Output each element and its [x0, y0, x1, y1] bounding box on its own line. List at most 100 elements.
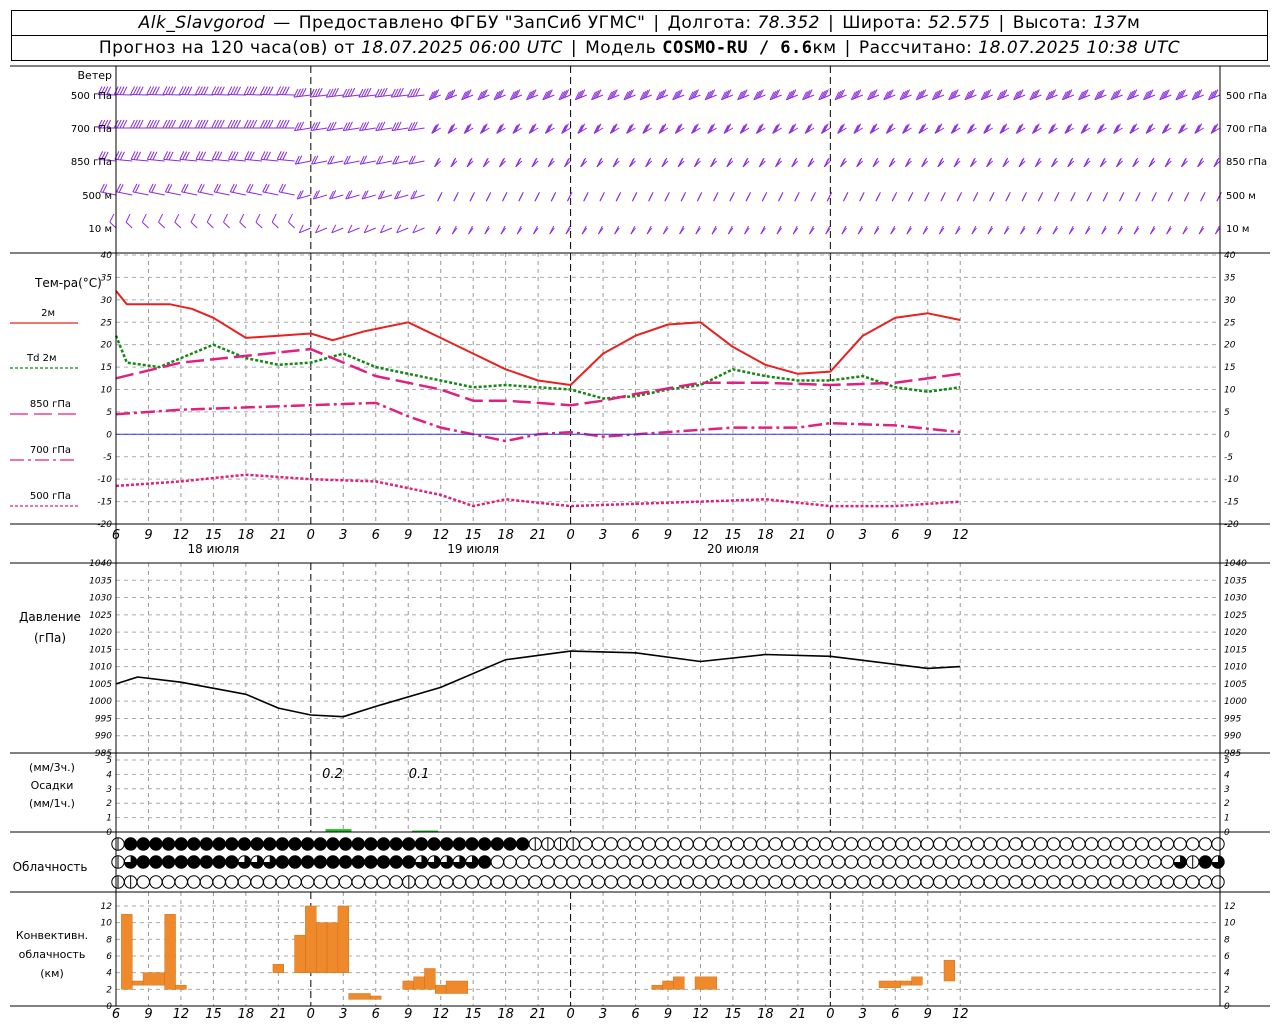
- temp-tick-left: -20: [97, 520, 112, 530]
- precip-tick-left: 0: [106, 828, 112, 838]
- wind-barb: [195, 158, 214, 162]
- wind-level-label-left: 850 гПа: [71, 157, 112, 168]
- wind-barb: [179, 158, 198, 162]
- cloud-cover-symbol: [187, 875, 201, 889]
- cloud-cover-symbol: [174, 855, 188, 869]
- wind-barb: [141, 221, 149, 229]
- cloud-cover-symbol: [364, 875, 378, 889]
- cloud-cover-symbol: [427, 875, 441, 889]
- cloud-cover-symbol: [1186, 837, 1200, 851]
- cloud-cover-symbol: [920, 837, 934, 851]
- cloud-cover-symbol: [1148, 855, 1162, 869]
- conv-tick-left: 4: [106, 969, 112, 979]
- time-tick-label: 21: [790, 1007, 807, 1022]
- precip-tick-left: 1: [106, 814, 112, 824]
- wind-barb-flag: [940, 191, 946, 201]
- wind-barb-flag: [1052, 157, 1057, 167]
- wind-barb-flag: [662, 157, 668, 167]
- wind-barb: [181, 191, 198, 196]
- cloud-cover-symbol: [705, 837, 719, 851]
- cloud-cover-symbol: [1110, 837, 1124, 851]
- wind-barb-flag: [1054, 191, 1060, 201]
- cloud-cover-symbol: [895, 837, 909, 851]
- cloud-cover-symbol: [199, 875, 214, 889]
- cloud-cover-symbol: [326, 875, 340, 889]
- wind-barb-flag: [435, 157, 440, 167]
- cloud-cover-symbol: [831, 855, 846, 869]
- wind-barb-flag: [453, 191, 459, 201]
- pressure-tick-left: 990: [95, 732, 112, 742]
- wind-barb: [343, 160, 360, 165]
- wind-barb-flag: [548, 157, 554, 167]
- cloud-cover-symbol: [781, 875, 795, 889]
- wind-barb-flag: [437, 191, 443, 201]
- time-tick-label: 15: [465, 528, 482, 543]
- cloud-cover-symbol: [1173, 837, 1187, 851]
- cloud-cover-symbol: [212, 837, 226, 851]
- cloud-cover-symbol: [1135, 855, 1149, 869]
- wind-barb-flag: [664, 191, 670, 201]
- cloud-cover-symbol: [503, 875, 517, 889]
- wind-level-label-right: 500 м: [1226, 191, 1256, 202]
- cloud-cover-symbol: [515, 855, 530, 869]
- cloud-cover-symbol: [844, 837, 859, 851]
- cloud-cover-symbol: [1046, 875, 1061, 889]
- wind-barb: [343, 127, 360, 132]
- wind-barb-flag: [1181, 157, 1187, 167]
- wind-barb: [278, 191, 295, 196]
- pressure-tick-right: 1040: [1224, 559, 1247, 569]
- conv-tick-right: 10: [1224, 919, 1236, 929]
- temp-tick-left: 10: [101, 386, 113, 396]
- cloud-cover-symbol: [617, 855, 631, 869]
- cloud-cover-symbol: [477, 875, 492, 889]
- conv-tick-right: 2: [1224, 985, 1230, 995]
- wind-barb-flag: [908, 191, 914, 201]
- conv-cloud-bar: [294, 934, 306, 973]
- conv-tick-left: 8: [106, 935, 112, 945]
- conv-cloud-bar: [424, 968, 436, 990]
- cloud-cover-symbol: [338, 875, 353, 889]
- conv-cloud-bar: [900, 980, 912, 986]
- wind-barb-flag: [824, 157, 830, 167]
- wind-barb: [326, 127, 344, 132]
- cloud-cover-symbol: [477, 837, 492, 851]
- time-tick-label: 6: [891, 528, 899, 543]
- cloud-cover-symbol: [819, 837, 833, 851]
- conv-tick-right: 0: [1224, 1002, 1230, 1012]
- cloud-cover-symbol: [1198, 875, 1213, 889]
- cloud-cover-symbol: [1097, 855, 1111, 869]
- precip-title: Осадки: [31, 779, 74, 792]
- wind-barb-flag: [583, 191, 589, 201]
- wind-barb-flag: [892, 191, 898, 201]
- time-tick-label: 12: [432, 528, 449, 543]
- wind-barb: [288, 221, 295, 229]
- cloud-cover-symbol: [831, 875, 846, 889]
- wind-barb-flag: [776, 157, 781, 167]
- wind-barb-flag: [694, 157, 700, 167]
- time-tick-label: 0: [566, 1007, 574, 1022]
- cloud-cover-symbol: [199, 855, 214, 869]
- cloud-cover-symbol: [1072, 837, 1086, 851]
- cloud-cover-symbol: [1084, 855, 1099, 869]
- cloud-cover-symbol: [313, 875, 327, 889]
- conv-tick-left: 0: [106, 1002, 112, 1012]
- wind-barb-flag: [889, 157, 895, 167]
- cloud-cover-symbol: [402, 855, 416, 869]
- cloud-cover-symbol: [1186, 875, 1200, 889]
- cloud-cover-symbol: [490, 875, 505, 889]
- cloud-cover-symbol: [161, 855, 176, 869]
- cloud-cover-symbol: [389, 855, 403, 869]
- time-tick-label: 18: [757, 1007, 774, 1022]
- temp-tick-left: 15: [101, 363, 113, 373]
- wind-barb-flag: [970, 157, 976, 167]
- cloud-cover-symbol: [123, 837, 138, 851]
- wind-barb: [359, 127, 376, 132]
- wind-barb: [125, 221, 133, 229]
- cloud-cover-symbol: [389, 837, 403, 851]
- cloud-cover-symbol: [1009, 837, 1023, 851]
- cloud-cover-symbol: [414, 837, 429, 851]
- cloud-cover-symbol: [1110, 855, 1124, 869]
- precip-tick-right: 3: [1224, 785, 1230, 795]
- temp-tick-right: 0: [1224, 430, 1230, 440]
- wind-barb-flag: [271, 213, 277, 223]
